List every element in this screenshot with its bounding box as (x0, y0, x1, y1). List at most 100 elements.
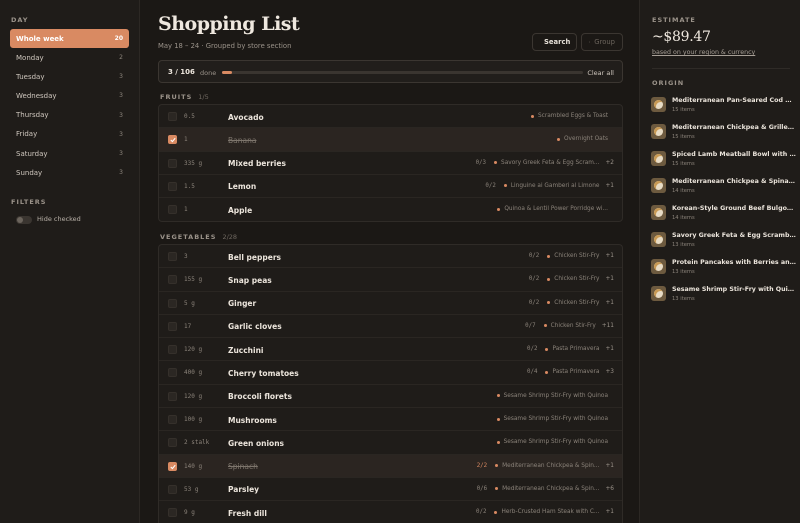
item-checkbox[interactable] (168, 508, 177, 518)
day-item-sunday[interactable]: Sunday 3 (10, 163, 129, 182)
check-icon (170, 464, 176, 470)
item-quantity: 140 g (184, 462, 203, 470)
item-used-count: 0/7 (525, 322, 536, 329)
list-item[interactable]: 100 g Mushrooms Sesame Shrimp Stir-Fry wit… (159, 408, 622, 432)
day-count: 3 (119, 92, 123, 100)
fruits-list: 0.5 Avocado Scrambled Eggs & Toast 1 Banana O… (158, 104, 623, 223)
item-checkbox[interactable] (168, 484, 177, 494)
list-item[interactable]: 2 stalk Green onions Sesame Shrimp Stir-Fr… (159, 431, 622, 455)
list-item[interactable]: 335 g Mixed berries 0/3 Savory Greek Feta &… (159, 152, 622, 175)
search-button[interactable]: Search (532, 33, 577, 51)
item-recipe-info: 0/2 Herb-Crusted Ham Steak with C... +1 (476, 509, 614, 515)
section-heading-fruits: FRUITS 1/5 (160, 93, 209, 101)
day-item-saturday[interactable]: Saturday 3 (10, 144, 129, 163)
item-checkbox[interactable] (168, 135, 177, 145)
item-recipe: Quinoa & Lentil Power Porridge wi... (504, 206, 608, 213)
list-item[interactable]: 120 g Zucchini 0/2 Pasta Primavera +1 (159, 338, 622, 362)
item-checkbox[interactable] (168, 321, 177, 331)
estimate-value: ~$89.47 (652, 29, 711, 45)
day-item-monday[interactable]: Monday 2 (10, 48, 129, 67)
item-quantity: 5 g (184, 299, 195, 307)
item-checkbox[interactable] (168, 345, 177, 355)
day-item-whole-week[interactable]: Whole week 20 (10, 29, 129, 48)
origin-recipe-item[interactable]: Korean-Style Ground Beef Bulgogi B... 14 … (651, 204, 796, 231)
item-more-count: +1 (605, 253, 614, 259)
search-label: Search (544, 38, 571, 46)
origin-recipe-count: 15 items (672, 134, 695, 140)
recipe-dot-icon (545, 370, 549, 374)
origin-recipe-count: 15 items (672, 161, 695, 167)
list-item[interactable]: 400 g Cherry tomatoes 0/4 Pasta Primavera +3 (159, 361, 622, 385)
recipe-dot-icon (530, 114, 534, 118)
item-recipe: Scrambled Eggs & Toast (537, 113, 608, 119)
item-name: Mixed berries (228, 159, 286, 169)
recipe-dot-icon (496, 440, 500, 444)
filters-section-title: FILTERS (11, 198, 47, 206)
item-checkbox[interactable] (168, 438, 177, 448)
group-button[interactable]: Group (581, 33, 623, 51)
list-item[interactable]: 120 g Broccoli florets Sesame Shrimp Stir-… (159, 385, 622, 409)
item-quantity: 1.5 (184, 182, 195, 190)
item-more-count: +1 (605, 509, 614, 516)
item-name: Garlic cloves (228, 322, 282, 332)
list-item[interactable]: 0.5 Avocado Scrambled Eggs & Toast (159, 105, 622, 129)
list-item[interactable]: 1.5 Lemon 0/2 Linguine ai Gamberi al Limone… (159, 175, 622, 199)
origin-recipe-item[interactable]: Spiced Lamb Meatball Bowl with Bul... 15 … (651, 150, 796, 177)
item-name: Ginger (228, 299, 257, 309)
recipe-dot-icon (496, 417, 500, 421)
list-item[interactable]: 17 Garlic cloves 0/7 Chicken Stir-Fry +11 (159, 315, 622, 339)
section-fraction: 2/28 (222, 233, 238, 241)
item-checkbox[interactable] (168, 415, 177, 425)
item-name: Bell peppers (228, 252, 281, 262)
estimate-note-link[interactable]: based on your region & currency (652, 49, 755, 56)
origin-recipe-item[interactable]: Protein Pancakes with Berries and G... 13… (651, 258, 796, 285)
item-checkbox[interactable] (168, 368, 177, 378)
recipe-dot-icon (497, 207, 501, 211)
day-item-tuesday[interactable]: Tuesday 3 (10, 67, 129, 86)
day-item-thursday[interactable]: Thursday 3 (10, 106, 129, 125)
item-checkbox[interactable] (168, 275, 177, 285)
item-checkbox[interactable] (168, 391, 177, 401)
item-checkbox[interactable] (168, 112, 177, 121)
origin-recipe-item[interactable]: Savory Greek Feta & Egg Scramble ... 13 i… (651, 231, 796, 258)
item-checkbox[interactable] (168, 461, 177, 471)
section-name: VEGETABLES (160, 233, 217, 241)
item-more-count: +6 (605, 485, 614, 492)
item-quantity: 2 stalk (184, 439, 210, 447)
list-item[interactable]: 155 g Snap peas 0/2 Chicken Stir-Fry +1 (159, 268, 622, 292)
group-label: Group (594, 38, 615, 46)
list-item[interactable]: 9 g Fresh dill 0/2 Herb-Crusted Ham Steak w… (159, 501, 622, 523)
list-item[interactable]: 140 g Spinach 2/2 Mediterranean Chickpea & … (159, 454, 622, 478)
hide-checked-label: Hide checked (37, 215, 81, 223)
recipe-dot-icon (547, 277, 551, 281)
item-quantity: 120 g (184, 392, 203, 400)
item-more-count: +1 (605, 346, 614, 353)
origin-recipe-item[interactable]: Sesame Shrimp Stir-Fry with Quinoa 13 ite… (651, 285, 796, 312)
item-recipe-info: Overnight Oats (549, 136, 614, 142)
list-item[interactable]: 3 Bell peppers 0/2 Chicken Stir-Fry +1 (159, 245, 622, 269)
list-item[interactable]: 53 g Parsley 0/6 Mediterranean Chickpea & S… (159, 478, 622, 502)
hide-checked-toggle[interactable] (16, 216, 32, 224)
origin-recipe-item[interactable]: Mediterranean Chickpea & Grilled C... 15 … (651, 123, 796, 150)
item-checkbox[interactable] (168, 205, 177, 215)
origin-recipe-item[interactable]: Mediterranean Chickpea & Spinach ... 14 i… (651, 177, 796, 204)
item-checkbox[interactable] (168, 181, 177, 191)
item-used-count: 0/2 (528, 253, 540, 259)
item-more-count: +3 (605, 369, 614, 376)
list-item[interactable]: 1 Apple Quinoa & Lentil Power Porridge wi.… (159, 198, 622, 221)
clear-all-button[interactable]: Clear all (587, 69, 614, 77)
origin-recipe-item[interactable]: Mediterranean Pan-Seared Cod with... 15 i… (651, 96, 796, 123)
item-more-count: +1 (605, 276, 614, 283)
item-checkbox[interactable] (168, 252, 177, 261)
list-item[interactable]: 1 Banana Overnight Oats (159, 128, 622, 152)
recipe-dot-icon (494, 510, 498, 514)
recipe-dot-icon (503, 184, 507, 188)
list-item[interactable]: 5 g Ginger 0/2 Chicken Stir-Fry +1 (159, 292, 622, 315)
day-item-friday[interactable]: Friday 3 (10, 125, 129, 144)
item-recipe: Chicken Stir-Fry (554, 299, 600, 306)
item-checkbox[interactable] (168, 158, 177, 168)
day-item-wednesday[interactable]: Wednesday 3 (10, 86, 129, 105)
item-recipe-info: 0/2 Linguine ai Gamberi al Limone +1 (485, 183, 614, 189)
item-recipe-info: Sesame Shrimp Stir-Fry with Quinoa (489, 393, 614, 399)
item-checkbox[interactable] (168, 298, 177, 308)
